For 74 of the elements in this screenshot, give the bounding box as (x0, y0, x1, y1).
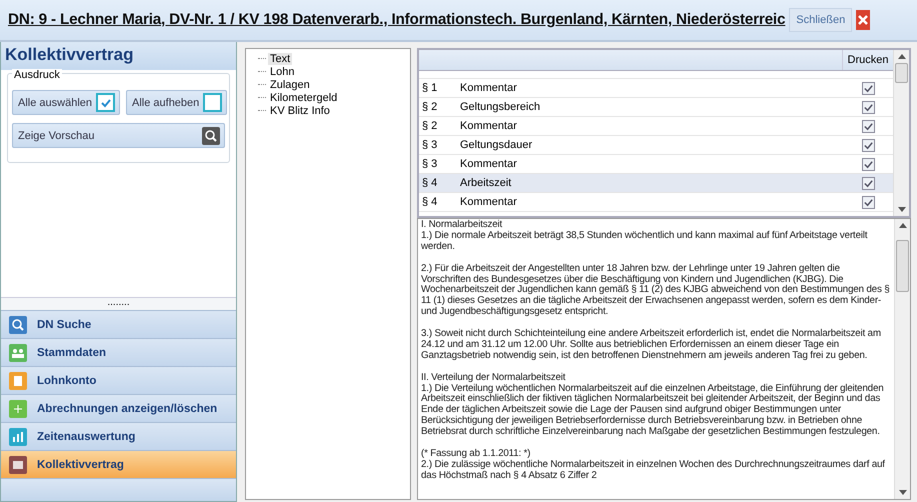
checkbox[interactable] (862, 158, 874, 170)
table-row[interactable]: § 2 Kommentar (419, 117, 893, 136)
nav-item[interactable]: Stammdaten (1, 338, 236, 366)
select-button[interactable]: Alle auswählen (12, 90, 120, 115)
checkmark-icon (100, 96, 112, 108)
tree-item[interactable]: Lohn (268, 66, 296, 78)
nav-item[interactable]: Zeitenauswertung (1, 422, 236, 450)
scroll-down-icon[interactable] (898, 490, 906, 495)
plus-icon (9, 400, 27, 418)
table-cell-text: § 2 (421, 101, 438, 113)
paragraph: I. Normalarbeitszeit (421, 220, 504, 230)
scroll-down-icon[interactable] (898, 207, 906, 212)
splitter-handle[interactable]: ........ (1, 297, 236, 310)
checkbox[interactable] (862, 176, 874, 190)
table-cell-text: Kommentar (460, 158, 518, 170)
panel-title: Kollektivvertrag (1, 42, 236, 70)
checkbox[interactable] (862, 196, 874, 208)
nav-item[interactable]: Kollektivvertrag (1, 450, 236, 478)
paragraph: II. Verteilung der Normalarbeitszeit (421, 372, 566, 384)
table-cell-text: § 3 (421, 158, 438, 170)
people-icon (9, 344, 27, 362)
table-row[interactable]: § 4 Arbeitszeit (419, 174, 893, 193)
search-icon (9, 316, 27, 334)
table-cell-text: § 1 (421, 82, 438, 94)
nav-item[interactable]: Lohnkonto (1, 366, 236, 394)
table-row[interactable]: § 2 Geltungsbereich (419, 98, 893, 117)
table-cell-text: Arbeitszeit (460, 177, 512, 189)
select-button[interactable]: Alle aufheben (126, 90, 228, 115)
document-icon (9, 456, 27, 474)
table-cell-text: Geltungsbereich (460, 101, 542, 113)
scroll-up-icon[interactable] (898, 223, 906, 228)
checkbox[interactable] (862, 100, 874, 114)
table-cell-text: § 4 (421, 177, 438, 189)
paragraph: 3.) Soweit nicht durch Schichteinteilung eine andere Arbeitszeit erforderlich ist, endet die Normalarbeitszeit am 24.12 und am 31.12 um 12.00 Uhr. Sollte aus betrieblichen Erfordernissen an einem dieser Tage ein Ganztagsbetrieb notwendig sein, ist den betroffenen Dienstnehmern am jeweils anderen Tag frei zu geben. (421, 329, 882, 362)
table-row[interactable]: § 3 Geltungsdauer (419, 136, 893, 155)
table-cell-text: Geltungsdauer (460, 139, 534, 151)
bar-chart-icon (9, 428, 27, 446)
book-icon (9, 372, 27, 390)
zoom-icon (202, 126, 220, 144)
close-button[interactable]: Schließen (789, 8, 852, 32)
scrollbar[interactable] (894, 219, 910, 499)
paragraph: 2.) Die zulässige wöchentliche Normalarbeitszeit in einzelnen Wochen des Durchrechnungszeitraumes darf auf das Höchstmaß nach § 4 Absatz 6 Ziffer 2 (421, 460, 886, 482)
preview-button[interactable]: Zeige Vorschau (12, 123, 225, 148)
paragraph: 1.) Die Verteilung wöchentlichen Normalarbeitszeit auf die einzelnen Arbeitstage, die Einführung der gleitenden Arbeitszeit einschließlich der fiktiven täglichen Normalarbeitszeit bei gleitender Arbeitszeit, der Beginn und das Ende der täglichen Arbeitszeit sowie die Lage der Pausen sind aufgrund obiger Bestimmungen unter Berücksichtigung der jeweiligen Betriebserfordernisse durch Betriebsvereinbarung bzw. in Betrieben ohne Betriebsrat durch schriftliche Einzelvereinbarung nach Maßgabe der gesetzlichen Bestimmungen festzulegen. (421, 384, 885, 438)
scroll-thumb[interactable] (895, 63, 908, 83)
table-cell-text: Kommentar (460, 196, 518, 208)
text-area[interactable] (417, 218, 911, 500)
paragraph: 1.) Die normale Arbeitszeit beträgt 38,5 Stunden wöchentlich und kann maximal auf fünf Arbeitstage verteilt werden. (421, 230, 868, 253)
paragraph: 2.) Für die Arbeitszeit der Angestellten unter 18 Jahren bzw. der Lehrlinge unter 19 Jahren gelten die Vorschriften des Bundesgesetzes über die Beschäftigung von Kindern und Jugendlichen (KJBG). Die Wochenarbeitszeit der Jugendlichen kann gemäß § 11 (2) des KJBG abweichend von den Bestimmungen des § 11 (1) dieses Gesetzes an die tägliche Arbeitszeit der Erwachsenen angepasst werden, sofern es dem Kinder- und Jugendbeschäftigungsgesetz entspricht. (421, 264, 891, 318)
checkbox[interactable] (203, 93, 222, 112)
close-icon[interactable] (856, 10, 870, 30)
checkbox[interactable] (862, 120, 874, 132)
checkbox[interactable] (862, 82, 874, 94)
tree-item[interactable]: KV Blitz Info (268, 104, 332, 116)
checkbox[interactable] (96, 93, 115, 112)
group-label: Ausdruck (12, 69, 62, 81)
table-cell-text: Kommentar (460, 120, 518, 132)
checkbox[interactable] (862, 138, 874, 152)
table-cell-text: § 4 (421, 196, 438, 208)
table-cell-text: § 2 (421, 120, 438, 132)
table-row[interactable]: § 4 Kommentar (419, 193, 893, 212)
scroll-up-icon[interactable] (898, 54, 906, 59)
paragraph: (* Fassung ab 1.1.2011: *) (421, 448, 532, 460)
scrollbar[interactable] (893, 50, 909, 216)
table-cell-text: Kommentar (460, 82, 518, 94)
tree-item[interactable]: Text (268, 52, 292, 64)
table-cell-text: § 3 (421, 139, 438, 151)
window-title: DN: 9 - Lechner Maria, DV-Nr. 1 / KV 198 Datenverarb., Informationstech. Burgenland, Kärnten, Niederösterreic (8, 11, 786, 29)
scroll-thumb[interactable] (896, 240, 909, 292)
nav-item[interactable]: DN Suche (1, 310, 236, 338)
table-row[interactable]: § 1 Kommentar (419, 79, 893, 98)
tree-item[interactable]: Kilometergeld (268, 92, 340, 104)
tree-item[interactable]: Zulagen (268, 78, 312, 90)
nav-item[interactable]: Abrechnungen anzeigen/löschen (1, 394, 236, 422)
